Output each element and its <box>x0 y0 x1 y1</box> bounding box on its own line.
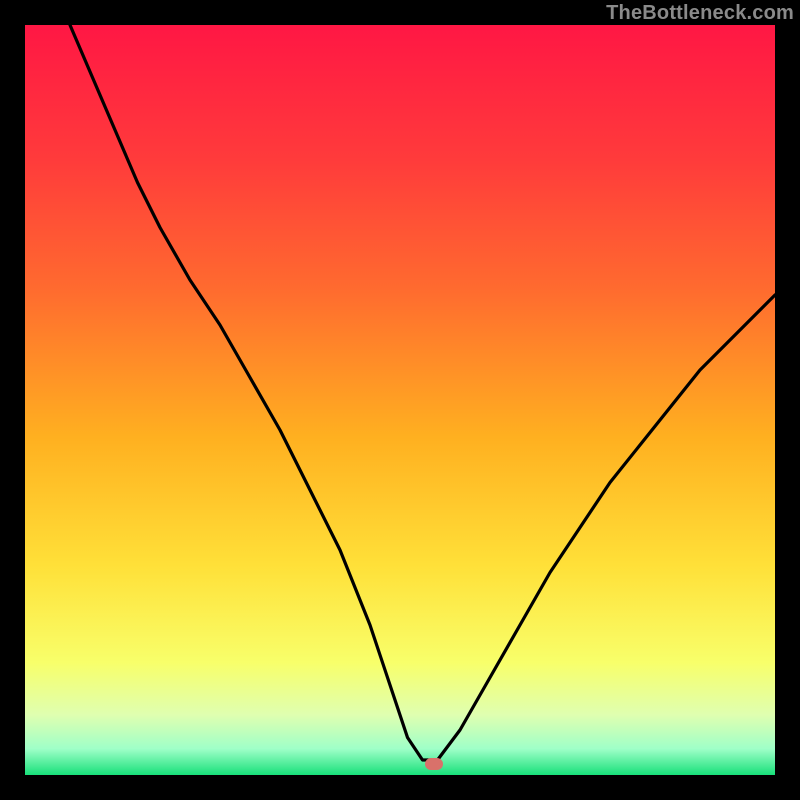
chart-frame: TheBottleneck.com <box>0 0 800 800</box>
background-gradient <box>25 25 775 775</box>
watermark-text: TheBottleneck.com <box>606 2 794 25</box>
plot-area <box>25 25 775 775</box>
optimal-point-marker <box>425 758 443 770</box>
